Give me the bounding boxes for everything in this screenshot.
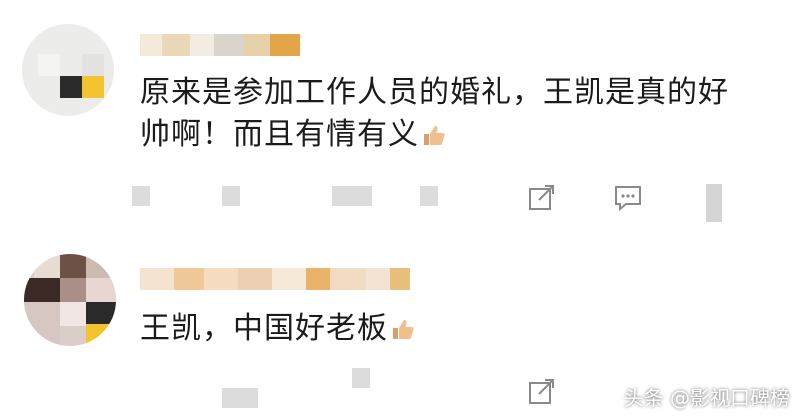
timestamp-blurred: [222, 186, 240, 206]
comment-line: 原来是参加工作人员的婚礼，王凯是真的好: [140, 75, 729, 110]
username-blurred[interactable]: [140, 34, 300, 56]
share-icon: [529, 185, 554, 210]
comment-item: 原来是参加工作人员的婚礼，王凯是真的好 帅啊！而且有情有义: [0, 0, 800, 240]
timestamp-blurred: [222, 388, 258, 408]
share-button[interactable]: [526, 182, 558, 214]
avatar[interactable]: [22, 24, 114, 116]
like-count-blurred: [352, 368, 370, 388]
timestamp-blurred: [132, 186, 150, 206]
comment-text: 原来是参加工作人员的婚礼，王凯是真的好 帅啊！而且有情有义: [140, 72, 780, 156]
comment-line: 帅啊！而且有情有义: [140, 114, 780, 156]
like-count-blurred: [420, 186, 438, 206]
thumbs-up-icon: [421, 118, 447, 145]
comment-button[interactable]: [612, 182, 644, 214]
comment-icon: [615, 186, 641, 212]
watermark: 头条 @影视口碑榜: [623, 386, 790, 410]
like-count-blurred: [332, 186, 372, 206]
comment-line: 王凯，中国好老板: [140, 308, 416, 350]
avatar[interactable]: [24, 254, 116, 346]
thumbs-up-icon: [390, 312, 416, 339]
share-button[interactable]: [526, 376, 558, 408]
comment-text: 王凯，中国好老板: [140, 308, 416, 350]
share-icon: [529, 379, 554, 404]
username-blurred[interactable]: [140, 268, 410, 290]
like-button-blurred[interactable]: [706, 184, 722, 222]
